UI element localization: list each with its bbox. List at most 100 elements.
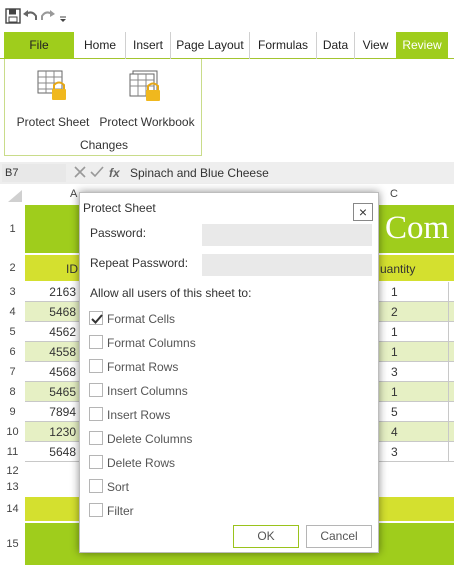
- cancel-button[interactable]: Cancel: [306, 525, 372, 548]
- tab-formulas[interactable]: Formulas: [249, 32, 316, 59]
- close-button[interactable]: ×: [353, 203, 373, 221]
- row-header[interactable]: 15: [0, 523, 25, 565]
- option-delete-rows[interactable]: Delete Rows: [80, 455, 280, 473]
- select-all-icon[interactable]: [6, 190, 22, 202]
- tab-insert[interactable]: Insert: [125, 32, 170, 59]
- option-format-rows[interactable]: Format Rows: [80, 359, 280, 377]
- row-header[interactable]: 10: [0, 422, 25, 442]
- checkbox[interactable]: [89, 335, 103, 349]
- cell-quantity[interactable]: 4: [377, 422, 454, 442]
- column-header-c[interactable]: C: [390, 188, 398, 200]
- header-quantity[interactable]: uantity: [380, 262, 415, 276]
- option-filter[interactable]: Filter: [80, 503, 280, 521]
- checkmark-icon: [91, 314, 103, 324]
- row-header[interactable]: 12: [0, 463, 25, 479]
- formula-content[interactable]: Spinach and Blue Cheese: [130, 164, 269, 182]
- cell-quantity[interactable]: 1: [377, 322, 454, 342]
- column-header-a[interactable]: A: [70, 188, 77, 200]
- checkbox[interactable]: [89, 431, 103, 445]
- close-icon: ×: [358, 204, 368, 220]
- cell-id[interactable]: 4568: [25, 362, 80, 382]
- option-label: Format Cells: [107, 312, 176, 326]
- tab-file[interactable]: File: [4, 32, 74, 59]
- cell-quantity[interactable]: 3: [377, 442, 454, 462]
- option-sort[interactable]: Sort: [80, 479, 280, 497]
- ribbon: Protect Sheet Protect Workbook Changes: [0, 59, 454, 156]
- ribbon-tabs: File Home Insert Page Layout Formulas Da…: [0, 32, 454, 59]
- allow-label: Allow all users of this sheet to:: [90, 286, 252, 300]
- ok-button[interactable]: OK: [233, 525, 299, 548]
- row-header[interactable]: 3: [0, 282, 25, 302]
- cell-quantity[interactable]: 1: [377, 342, 454, 362]
- row-header[interactable]: 9: [0, 402, 25, 422]
- row-header[interactable]: 11: [0, 442, 25, 462]
- checkbox[interactable]: [89, 383, 103, 397]
- cell-quantity[interactable]: 1: [377, 282, 454, 302]
- repeat-password-field[interactable]: [202, 254, 372, 276]
- name-box[interactable]: B7: [2, 164, 66, 182]
- option-label: Delete Rows: [107, 456, 176, 470]
- option-insert-columns[interactable]: Insert Columns: [80, 383, 280, 401]
- cell-id[interactable]: 7894: [25, 402, 80, 422]
- row-header[interactable]: 8: [0, 382, 25, 402]
- protect-sheet-icon: [37, 70, 66, 100]
- option-format-columns[interactable]: Format Columns: [80, 335, 280, 353]
- tab-page-layout[interactable]: Page Layout: [170, 32, 249, 59]
- cell-id[interactable]: 5468: [25, 302, 80, 322]
- row-header[interactable]: 14: [0, 497, 25, 521]
- row-header[interactable]: 7: [0, 362, 25, 382]
- checkbox[interactable]: [89, 479, 103, 493]
- repeat-password-label: Repeat Password:: [90, 256, 189, 270]
- checkbox[interactable]: [89, 503, 103, 517]
- checkbox[interactable]: [89, 359, 103, 373]
- option-label: Sort: [107, 480, 130, 494]
- changes-group: Protect Sheet Protect Workbook Changes: [4, 59, 202, 156]
- checkbox[interactable]: [89, 407, 103, 421]
- redo-icon[interactable]: [40, 8, 56, 24]
- option-format-cells[interactable]: Format Cells: [80, 311, 280, 329]
- row-header[interactable]: 13: [0, 479, 25, 495]
- save-icon[interactable]: [5, 8, 21, 24]
- checkbox[interactable]: [89, 455, 103, 469]
- protect-sheet-button[interactable]: Protect Sheet: [13, 67, 93, 135]
- tab-home[interactable]: Home: [78, 32, 122, 59]
- row-header[interactable]: 5: [0, 322, 25, 342]
- option-label: Format Rows: [107, 360, 179, 374]
- cell-quantity[interactable]: 5: [377, 402, 454, 422]
- dropdown-arrow-icon[interactable]: [59, 8, 67, 24]
- cell-quantity[interactable]: 1: [377, 382, 454, 402]
- cell-id[interactable]: 5648: [25, 442, 80, 462]
- option-label: Insert Rows: [107, 408, 171, 422]
- option-delete-columns[interactable]: Delete Columns: [80, 431, 280, 449]
- changes-group-label: Changes: [79, 138, 129, 152]
- cell-id[interactable]: 4558: [25, 342, 80, 362]
- cell-id[interactable]: 5465: [25, 382, 80, 402]
- dialog-title: Protect Sheet: [83, 201, 156, 215]
- cell-id[interactable]: 4562: [25, 322, 80, 342]
- row-header[interactable]: 1: [0, 205, 25, 253]
- tab-review[interactable]: Review: [396, 32, 448, 59]
- tab-view[interactable]: View: [354, 32, 396, 59]
- fx-icon[interactable]: fx: [109, 164, 120, 182]
- row-header[interactable]: 2: [0, 255, 25, 281]
- tab-data[interactable]: Data: [316, 32, 354, 59]
- cell-quantity[interactable]: 2: [377, 302, 454, 322]
- cell-id[interactable]: 2163: [25, 282, 80, 302]
- protect-workbook-button[interactable]: Protect Workbook: [97, 67, 197, 135]
- quick-access-toolbar: [0, 0, 454, 32]
- row-header[interactable]: 4: [0, 302, 25, 322]
- password-label: Password:: [90, 226, 147, 240]
- row-header[interactable]: 6: [0, 342, 25, 362]
- sheet-title: Com: [385, 210, 450, 246]
- checkbox[interactable]: [89, 311, 103, 325]
- cancel-formula-icon[interactable]: [73, 165, 87, 179]
- undo-icon[interactable]: [22, 8, 38, 24]
- confirm-formula-icon[interactable]: [90, 165, 104, 179]
- option-insert-rows[interactable]: Insert Rows: [80, 407, 280, 425]
- password-field[interactable]: [202, 224, 372, 246]
- cell-quantity[interactable]: 3: [377, 362, 454, 382]
- option-label: Delete Columns: [107, 432, 193, 446]
- header-id[interactable]: ID: [66, 262, 78, 276]
- cell-id[interactable]: 1230: [25, 422, 80, 442]
- protect-sheet-dialog: Protect Sheet × Password: Repeat Passwor…: [79, 192, 379, 553]
